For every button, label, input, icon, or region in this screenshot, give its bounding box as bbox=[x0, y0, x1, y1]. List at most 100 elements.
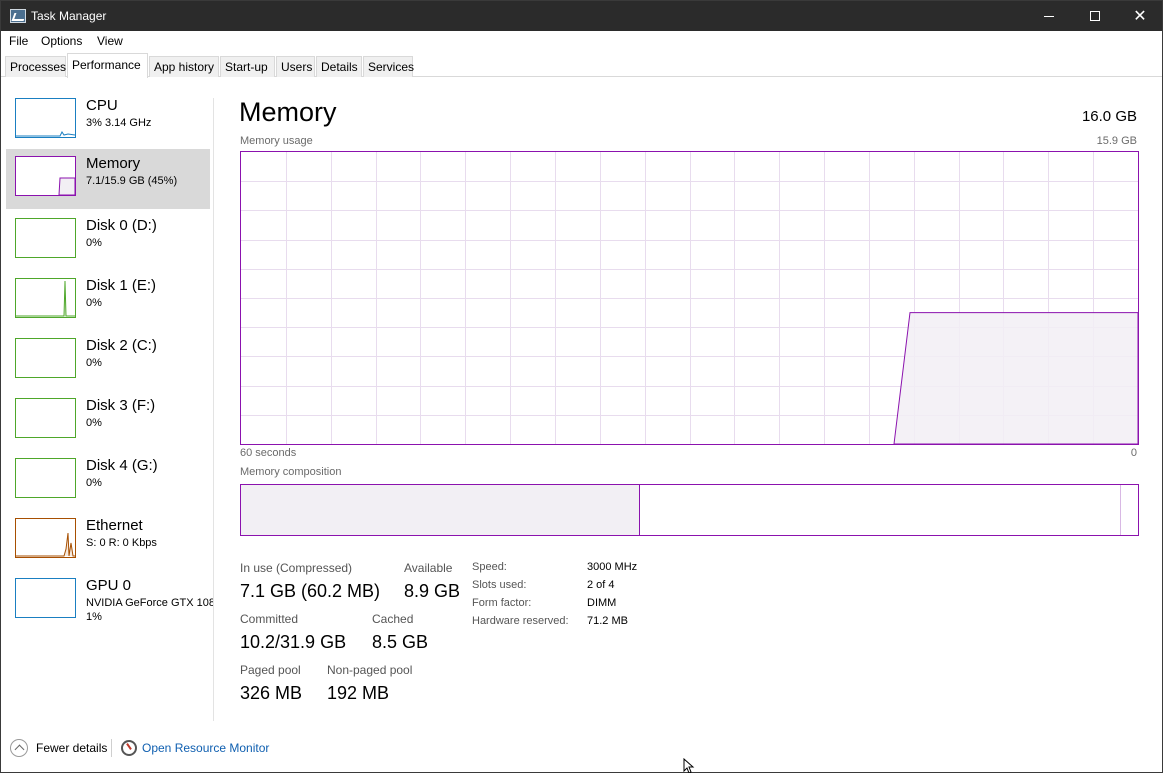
mouse-cursor-icon bbox=[683, 758, 695, 773]
available-value: 8.9 GB bbox=[404, 581, 461, 601]
menu-bar: File Options View bbox=[1, 31, 1162, 51]
sidebar-item-title: Disk 2 (C:) bbox=[86, 337, 157, 354]
disk-2-thumbnail-graph bbox=[15, 338, 76, 378]
sidebar-item-title: Disk 1 (E:) bbox=[86, 277, 157, 294]
sidebar-item-ethernet[interactable]: Ethernet S: 0 R: 0 Kbps bbox=[6, 511, 210, 571]
slots-used-value: 2 of 4 bbox=[587, 579, 615, 591]
sidebar-item-title: CPU bbox=[86, 97, 118, 114]
sidebar-item-disk-3[interactable]: Disk 3 (F:) 0% bbox=[6, 391, 210, 451]
sidebar-item-subtitle: S: 0 R: 0 Kbps bbox=[86, 537, 157, 549]
disk-1-thumbnail-graph bbox=[15, 278, 76, 318]
cpu-thumbnail-line bbox=[16, 131, 75, 137]
sidebar-item-subtitle: 0% bbox=[86, 417, 102, 429]
sidebar-divider bbox=[213, 98, 214, 721]
tab-performance[interactable]: Performance bbox=[67, 53, 148, 78]
sidebar-item-cpu[interactable]: CPU 3% 3.14 GHz bbox=[6, 91, 210, 151]
sidebar-item-disk-4[interactable]: Disk 4 (G:) 0% bbox=[6, 451, 210, 511]
menu-view[interactable]: View bbox=[97, 34, 123, 48]
hardware-reserved-label: Hardware reserved: bbox=[472, 615, 569, 627]
tab-services[interactable]: Services bbox=[363, 56, 414, 77]
available-label: Available bbox=[404, 561, 453, 575]
ethernet-thumbnail-line bbox=[16, 532, 75, 557]
speed-label: Speed: bbox=[472, 561, 507, 573]
sidebar-item-disk-0[interactable]: Disk 0 (D:) 0% bbox=[6, 211, 210, 271]
memory-thumbnail-area bbox=[58, 177, 75, 195]
sidebar-item-title: Memory bbox=[86, 155, 141, 172]
tab-processes[interactable]: Processes bbox=[5, 56, 66, 77]
tab-start-up[interactable]: Start-up bbox=[220, 56, 275, 77]
paged-pool-label: Paged pool bbox=[240, 663, 301, 677]
performance-sidebar: CPU 3% 3.14 GHz Memory 7.1/15.9 GB (45%)… bbox=[2, 91, 213, 721]
ethernet-thumbnail-graph bbox=[15, 518, 76, 558]
composition-standby-segment bbox=[1120, 485, 1121, 535]
speed-value: 3000 MHz bbox=[587, 561, 638, 573]
minimize-button[interactable] bbox=[1026, 1, 1072, 31]
sidebar-item-title: Disk 0 (D:) bbox=[86, 217, 157, 234]
memory-usage-graph bbox=[240, 151, 1139, 445]
tab-details[interactable]: Details bbox=[316, 56, 362, 77]
form-factor-value: DIMM bbox=[587, 597, 617, 609]
tab-users[interactable]: Users bbox=[276, 56, 315, 77]
task-manager-icon bbox=[10, 9, 26, 23]
sidebar-item-title: Disk 4 (G:) bbox=[86, 457, 158, 474]
memory-usage-plot bbox=[241, 152, 1139, 445]
sidebar-item-subtitle: 0% bbox=[86, 477, 102, 489]
title-bar[interactable]: Task Manager ✕ bbox=[1, 1, 1162, 31]
non-paged-pool-value: 192 MB bbox=[327, 683, 390, 703]
sidebar-item-disk-1[interactable]: Disk 1 (E:) 0% bbox=[6, 271, 210, 331]
sidebar-item-memory[interactable]: Memory 7.1/15.9 GB (45%) bbox=[6, 149, 210, 209]
sidebar-item-title: Disk 3 (F:) bbox=[86, 397, 156, 414]
graph-time-span: 60 seconds bbox=[240, 447, 297, 459]
sidebar-item-subtitle: 7.1/15.9 GB (45%) bbox=[86, 175, 178, 187]
tab-bar: Processes Performance App history Start-… bbox=[1, 51, 1162, 78]
sidebar-item-title: GPU 0 bbox=[86, 577, 132, 594]
sidebar-item-title: Ethernet bbox=[86, 517, 143, 534]
paged-pool-value: 326 MB bbox=[240, 683, 303, 703]
sidebar-item-subtitle: 0% bbox=[86, 297, 102, 309]
graph-time-end: 0 bbox=[1130, 447, 1137, 459]
sidebar-item-subtitle: 3% 3.14 GHz bbox=[86, 117, 152, 129]
disk-4-thumbnail-graph bbox=[15, 458, 76, 498]
committed-value: 10.2/31.9 GB bbox=[240, 632, 347, 652]
maximize-icon bbox=[1090, 11, 1100, 21]
cached-value: 8.5 GB bbox=[372, 632, 429, 652]
in-use-value: 7.1 GB (60.2 MB) bbox=[240, 581, 381, 601]
cached-label: Cached bbox=[372, 612, 414, 626]
memory-usage-area bbox=[893, 312, 1139, 445]
close-icon: ✕ bbox=[1133, 6, 1147, 25]
composition-in-use-segment bbox=[241, 485, 640, 535]
footer-divider bbox=[111, 739, 112, 757]
cpu-thumbnail-graph bbox=[15, 98, 76, 138]
tab-app-history[interactable]: App history bbox=[149, 56, 219, 77]
sidebar-item-disk-2[interactable]: Disk 2 (C:) 0% bbox=[6, 331, 210, 391]
resource-monitor-icon[interactable] bbox=[121, 740, 137, 756]
sidebar-item-gpu-0[interactable]: GPU 0 NVIDIA GeForce GTX 108 1% bbox=[6, 571, 213, 631]
sidebar-item-subtitle-2: 1% bbox=[86, 611, 102, 623]
maximize-button[interactable] bbox=[1072, 1, 1118, 31]
sidebar-item-subtitle: 0% bbox=[86, 237, 102, 249]
sidebar-item-subtitle: 0% bbox=[86, 357, 102, 369]
footer-bar: Fewer details Open Resource Monitor bbox=[1, 736, 1162, 760]
non-paged-pool-label: Non-paged pool bbox=[327, 663, 413, 677]
disk-3-thumbnail-graph bbox=[15, 398, 76, 438]
committed-label: Committed bbox=[240, 612, 299, 626]
open-resource-monitor-link[interactable]: Open Resource Monitor bbox=[142, 741, 269, 755]
memory-composition-bar bbox=[240, 484, 1139, 536]
sidebar-item-subtitle: NVIDIA GeForce GTX 108 bbox=[86, 597, 213, 609]
chevron-up-icon[interactable] bbox=[10, 739, 28, 757]
gpu-0-thumbnail-graph bbox=[15, 578, 76, 618]
in-use-label: In use (Compressed) bbox=[240, 561, 353, 575]
slots-used-label: Slots used: bbox=[472, 579, 527, 591]
memory-usage-max: 15.9 GB bbox=[1096, 135, 1137, 147]
menu-file[interactable]: File bbox=[9, 34, 28, 48]
minimize-icon bbox=[1044, 15, 1054, 17]
fewer-details-link[interactable]: Fewer details bbox=[36, 741, 107, 755]
form-factor-label: Form factor: bbox=[472, 597, 532, 609]
menu-options[interactable]: Options bbox=[41, 34, 82, 48]
window-title: Task Manager bbox=[31, 9, 107, 23]
total-memory: 16.0 GB bbox=[1081, 108, 1137, 125]
memory-thumbnail-graph bbox=[15, 156, 76, 196]
hardware-reserved-value: 71.2 MB bbox=[587, 615, 628, 627]
close-button[interactable]: ✕ bbox=[1117, 1, 1163, 31]
task-manager-window: Task Manager ✕ File Options View Process… bbox=[0, 0, 1163, 773]
